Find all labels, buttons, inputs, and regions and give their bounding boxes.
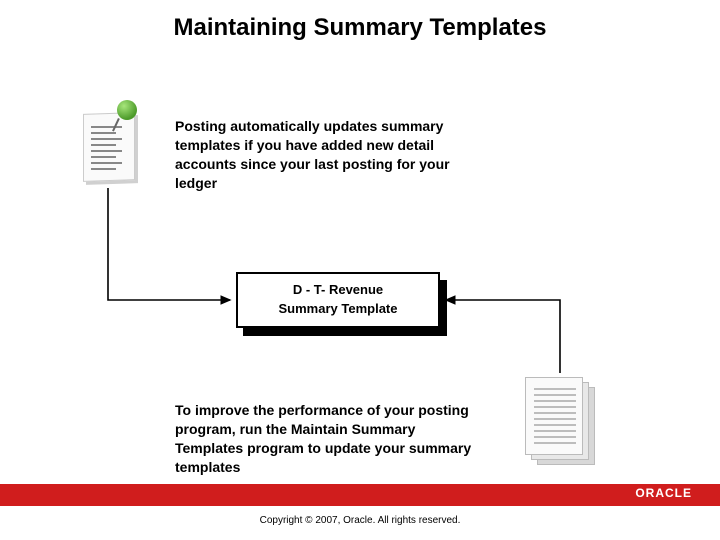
copyright-text: Copyright © 2007, Oracle. All rights res… xyxy=(0,515,720,526)
template-box-line2: Summary Template xyxy=(279,300,398,319)
summary-template-box: D - T- Revenue Summary Template xyxy=(236,272,440,328)
posting-description-text: Posting automatically updates summary te… xyxy=(175,117,465,193)
performance-tip-text: To improve the performance of your posti… xyxy=(175,401,475,477)
footer-bar: ORACLE xyxy=(0,484,720,506)
pinned-note-icon xyxy=(80,110,138,184)
slide-title: Maintaining Summary Templates xyxy=(0,14,720,42)
push-pin-icon xyxy=(114,100,144,134)
template-box-line1: D - T- Revenue xyxy=(293,281,383,300)
document-stack-icon xyxy=(525,377,597,467)
oracle-logo-text: ORACLE xyxy=(635,486,692,500)
